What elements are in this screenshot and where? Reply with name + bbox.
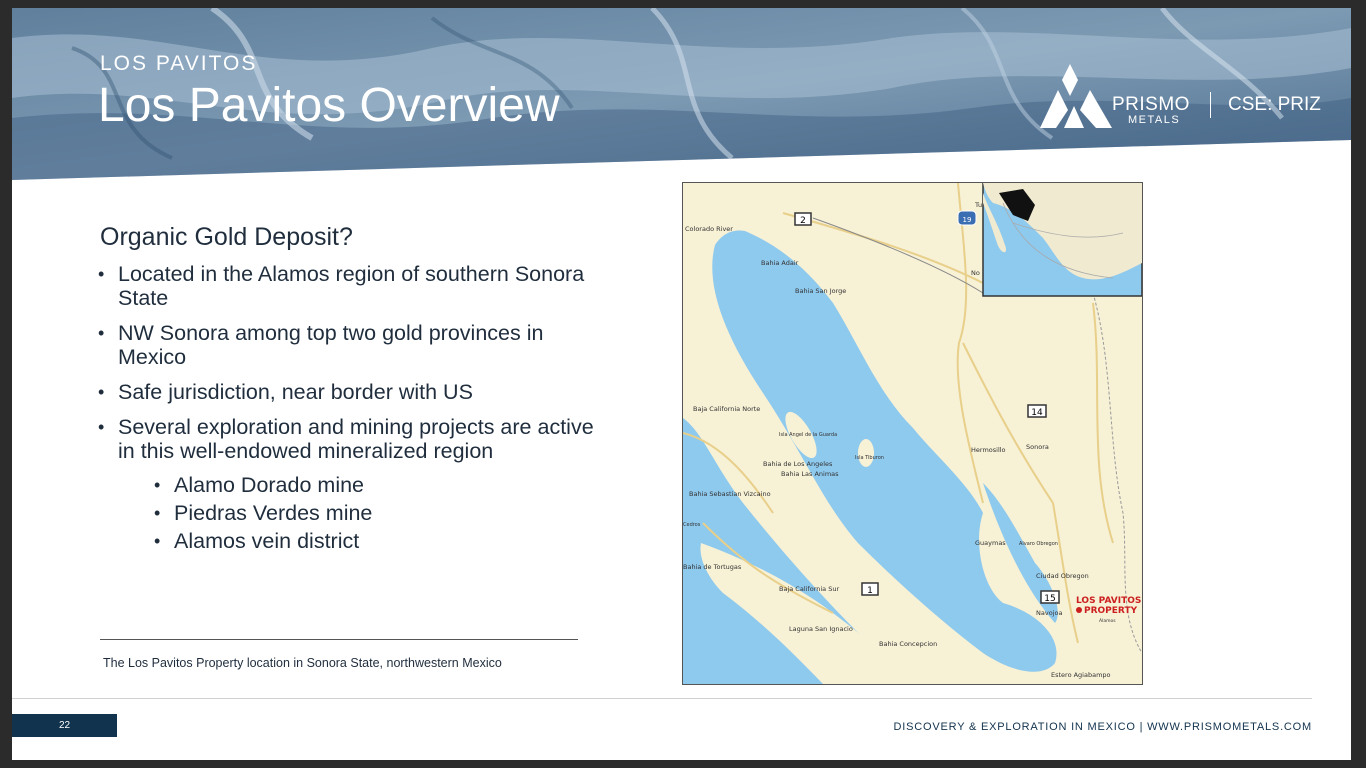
sub-bullet-item: • Alamo Dorado mine — [154, 473, 365, 497]
bullet-item: • Located in the Alamos region of souther… — [98, 262, 585, 310]
property-label: PROPERTY — [1084, 606, 1138, 616]
sub-bullet-item: • Piedras Verdes mine — [154, 501, 373, 525]
map-label: Baja California Sur — [779, 585, 839, 593]
map-label: Tu — [974, 201, 982, 209]
location-map: 2 14 1 15 19 Colorado River Bahia Adair … — [682, 182, 1143, 685]
bullet-item: • Safe jurisdiction, near border with US — [98, 380, 473, 404]
map-label: Navojoa — [1036, 609, 1062, 617]
map-label: Bahia de Los Angeles — [763, 460, 833, 468]
map-caption: The Los Pavitos Property location in Son… — [103, 656, 502, 670]
map-label: Alamos — [1099, 618, 1116, 624]
map-label: Sonora — [1026, 443, 1049, 451]
property-label: LOS PAVITOS — [1076, 596, 1141, 606]
map-label: Bahia San Jorge — [795, 287, 846, 295]
isla-tiburon-icon — [858, 439, 874, 467]
map-label: Ciudad Obregon — [1036, 572, 1089, 580]
page-number: 22 — [12, 714, 117, 737]
map-label: Laguna San Ignacio — [789, 625, 853, 633]
highway-15-label: 15 — [1044, 594, 1055, 604]
map-label: Bahia de Tortugas — [683, 563, 742, 571]
map-label: Baja California Norte — [693, 405, 760, 413]
map-label: Colorado River — [685, 225, 733, 233]
highway-19-label: 19 — [963, 216, 972, 224]
map-label: Estero Agiabampo — [1051, 671, 1111, 679]
property-marker-icon — [1076, 607, 1082, 613]
map-label: Isla Tiburon — [855, 455, 884, 461]
map-label: Bahia Las Animas — [781, 470, 839, 478]
map-label: Isla Angel de la Guarda — [779, 432, 837, 438]
stock-ticker: CSE: PRIZ — [1228, 94, 1321, 115]
brand-subtitle: METALS — [1128, 114, 1181, 126]
map-label: Bahia Concepcion — [879, 640, 937, 648]
highway-1-label: 1 — [867, 586, 873, 596]
highway-14-label: 14 — [1031, 408, 1043, 418]
inset-map — [982, 183, 1142, 297]
content-heading: Organic Gold Deposit? — [100, 223, 353, 251]
map-label: Bahia Adair — [761, 259, 799, 267]
slide: LOS PAVITOS Los Pavitos Overview PRISMO … — [12, 8, 1351, 760]
brand-name: PRISMO — [1112, 94, 1190, 115]
highway-2-label: 2 — [800, 216, 806, 226]
map-label: Hermosillo — [971, 446, 1006, 454]
map-label: No — [971, 269, 980, 277]
map-label: Bahia Sebastian Vizcaino — [689, 490, 771, 498]
bullet-item: • Several exploration and mining projects… — [98, 415, 608, 553]
footer-divider — [12, 698, 1312, 699]
map-label: Cedros — [683, 522, 701, 528]
sub-bullet-list: • Alamo Dorado mine • Piedras Verdes mine … — [154, 473, 608, 553]
map-svg: 2 14 1 15 19 Colorado River Bahia Adair … — [683, 183, 1142, 684]
prismo-logo-icon — [1040, 64, 1112, 128]
page-title: Los Pavitos Overview — [98, 79, 560, 132]
section-kicker: LOS PAVITOS — [100, 52, 258, 75]
footer-tagline: DISCOVERY & EXPLORATION IN MEXICO | WWW.… — [893, 721, 1312, 733]
map-label: Alvaro Obregon — [1019, 541, 1058, 547]
sub-bullet-item: • Alamos vein district — [154, 529, 360, 553]
header-divider — [1210, 92, 1211, 118]
map-label: Guaymas — [975, 539, 1006, 547]
bullet-list: • Located in the Alamos region of souther… — [98, 262, 608, 564]
bullet-item: • NW Sonora among top two gold provinces … — [98, 321, 544, 369]
caption-divider — [100, 639, 578, 640]
